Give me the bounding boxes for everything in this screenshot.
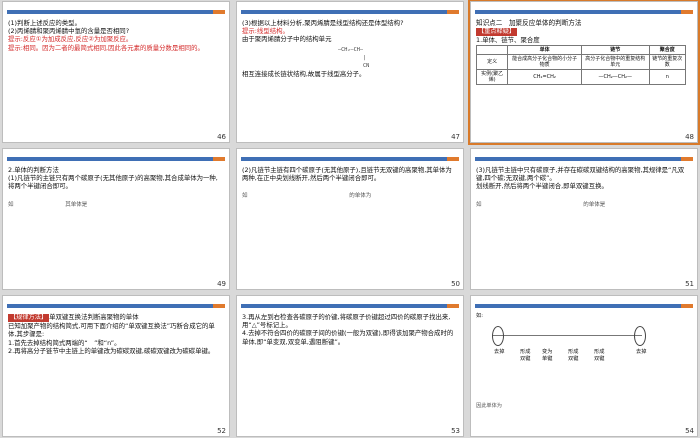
slide-number: 51: [685, 280, 694, 288]
slide-number: 53: [451, 427, 460, 435]
slide-text: 划线断开,然后将两个半键闭合,即单双键互换。: [476, 182, 608, 191]
table-header: 聚合度: [648, 44, 687, 55]
slide-text: 其单体是: [65, 201, 88, 208]
chain-line: [492, 335, 642, 336]
slide-text: 由于聚丙烯腈分子中的结构单元: [242, 35, 332, 44]
slide-text: 形成双键: [520, 349, 531, 362]
slide-text: 1.首先去掉结构简式两端的“ ”和“n”。: [8, 338, 121, 347]
table-cell: 实例(聚乙烯): [475, 68, 509, 85]
slide-text: (1)凡链节的主链只有两个碳原子(无其他原子)的高聚物,其合成单体为一种,将两个…: [8, 174, 218, 191]
table-header: 单体: [507, 44, 582, 55]
slide-49[interactable]: 2.单体的判断方法 (1)凡链节的主链只有两个碳原子(无其他原子)的高聚物,其合…: [2, 148, 230, 290]
table-row: 定义 能合成高分子化合物的小分子物质 高分子化合物中的重复结构单元 链节的重复次…: [475, 53, 687, 70]
header-bar: [475, 10, 693, 14]
structure-formula: —CH₂—CH— | CN: [338, 46, 370, 70]
header-bar: [241, 304, 459, 308]
slide-text: (1)判断上述反应的类型。: [8, 19, 81, 27]
slide-text: 已知加聚产物的结构简式,可用下面介绍的“单双键互换法”巧断合成它的单体,其步骤是…: [8, 322, 215, 339]
slide-text: 如: [8, 201, 14, 208]
slide-number: 52: [217, 427, 226, 435]
slide-grid: (1)判断上述反应的类型。 (2)丙烯腈和聚丙烯腈中氢的含量是否相同? 提示:反…: [0, 0, 700, 438]
slide-50[interactable]: (2)凡链节主链有四个碳原子(无其他原子),且链节无双键的高聚物,其单体为两种,…: [236, 148, 464, 290]
slide-subtitle: 1.单体、链节、聚合度: [476, 36, 540, 45]
slide-number: 48: [685, 133, 694, 141]
header-bar: [475, 304, 693, 308]
slide-text: 去掉: [636, 349, 647, 355]
slide-text: 去掉: [494, 349, 505, 355]
circle-mark: [492, 326, 504, 346]
slide-51[interactable]: (3)凡链节主链中只有碳原子,并存在碳碳双键结构的高聚物,其规律是“凡双键,四个…: [470, 148, 698, 290]
header-bar: [475, 157, 693, 161]
slide-text: 提示:反应①为加成反应,反应②为加聚反应。: [8, 35, 133, 44]
slide-text: (2)凡链节主链有四个碳原子(无其他原子),且链节无双键的高聚物,其单体为两种,…: [242, 166, 452, 183]
slide-text: 变为单键: [542, 349, 553, 362]
slide-text: 如: [476, 201, 482, 208]
slide-text: 形成双键: [594, 349, 605, 362]
table-cell: 链节的重复次数: [648, 53, 687, 70]
header-bar: [7, 304, 225, 308]
slide-text: 形成双键: [568, 349, 579, 362]
slide-text: 的单体是: [583, 201, 606, 208]
slide-54[interactable]: 如: 去掉 形成双键 变为单键 形成双键 形成双键 去掉 因此单体为 54: [470, 295, 698, 437]
slide-text: 2.单体的判断方法: [8, 166, 59, 174]
table-cell: 能合成高分子化合物的小分子物质: [507, 53, 582, 70]
slide-text: 的单体为: [349, 193, 372, 200]
slide-number: 46: [217, 133, 226, 141]
header-bar: [7, 157, 225, 161]
highlight-tag: 【规律方法】: [8, 314, 50, 323]
slide-text: (3)根据以上材料分析,聚丙烯腈是线型结构还是体型结构?: [242, 19, 404, 27]
slide-text: 如:: [476, 313, 483, 319]
header-bar: [241, 157, 459, 161]
table-cell: 定义: [475, 53, 509, 70]
slide-text: 提示:相同。因为二者的最简式相同,因此各元素的质量分数是相同的。: [8, 43, 204, 52]
slide-text: 如: [242, 193, 248, 200]
slide-text: 相互连接成长链状结构,故属于线型高分子。: [242, 70, 366, 79]
table-cell: n: [648, 68, 687, 85]
slide-48[interactable]: 知识点二 加聚反应单体的判断方法 【重点释疑】 1.单体、链节、聚合度 单体 链…: [468, 0, 700, 145]
table-cell: 高分子化合物中的重复结构单元: [580, 53, 650, 70]
slide-number: 49: [217, 280, 226, 288]
slide-52[interactable]: 【规律方法】 单双键互换法判断高聚物的单体 已知加聚产物的结构简式,可用下面介绍的…: [2, 295, 230, 437]
table-cell: CH₂=CH₂: [507, 68, 582, 85]
header-bar: [241, 10, 459, 14]
slide-number: 54: [685, 427, 694, 435]
slide-text: 单双键互换法判断高聚物的单体: [49, 313, 139, 321]
table-header: [475, 44, 509, 55]
data-table: 单体 链节 聚合度 定义 能合成高分子化合物的小分子物质 高分子化合物中的重复结…: [475, 44, 687, 85]
slide-text: 3.再从左到右检查各碳原子的价键,将碳原子价键超过四价的碳原子找出来,用“△”号…: [242, 313, 451, 330]
slide-53[interactable]: 3.再从左到右检查各碳原子的价键,将碳原子价键超过四价的碳原子找出来,用“△”号…: [236, 295, 464, 437]
slide-text: 因此单体为: [476, 403, 502, 409]
slide-title: 知识点二 加聚反应单体的判断方法: [476, 19, 582, 27]
header-bar: [7, 10, 225, 14]
slide-text: 2.再将高分子链节中主链上的单键改为碳碳双键,碳碳双键改为碳碳单键。: [8, 346, 215, 355]
slide-number: 50: [451, 280, 460, 288]
table-row: 实例(聚乙烯) CH₂=CH₂ —CH₂—CH₂— n: [475, 68, 687, 85]
slide-text: (3)凡链节主链中只有碳原子,并存在碳碳双键结构的高聚物,其规律是“凡双键,四个…: [476, 166, 685, 183]
slide-47[interactable]: (3)根据以上材料分析,聚丙烯腈是线型结构还是体型结构? 提示:线型结构。 由于…: [236, 1, 464, 143]
slide-text: 4.去掉不符合四价的碳原子间的价键(一般为双键),即得该加聚产物合成时的单体,即…: [242, 329, 454, 346]
slide-46[interactable]: (1)判断上述反应的类型。 (2)丙烯腈和聚丙烯腈中氢的含量是否相同? 提示:反…: [2, 1, 230, 143]
table-cell: —CH₂—CH₂—: [580, 68, 650, 85]
slide-number: 47: [451, 133, 460, 141]
table-header: 链节: [580, 44, 650, 55]
circle-mark: [634, 326, 646, 346]
